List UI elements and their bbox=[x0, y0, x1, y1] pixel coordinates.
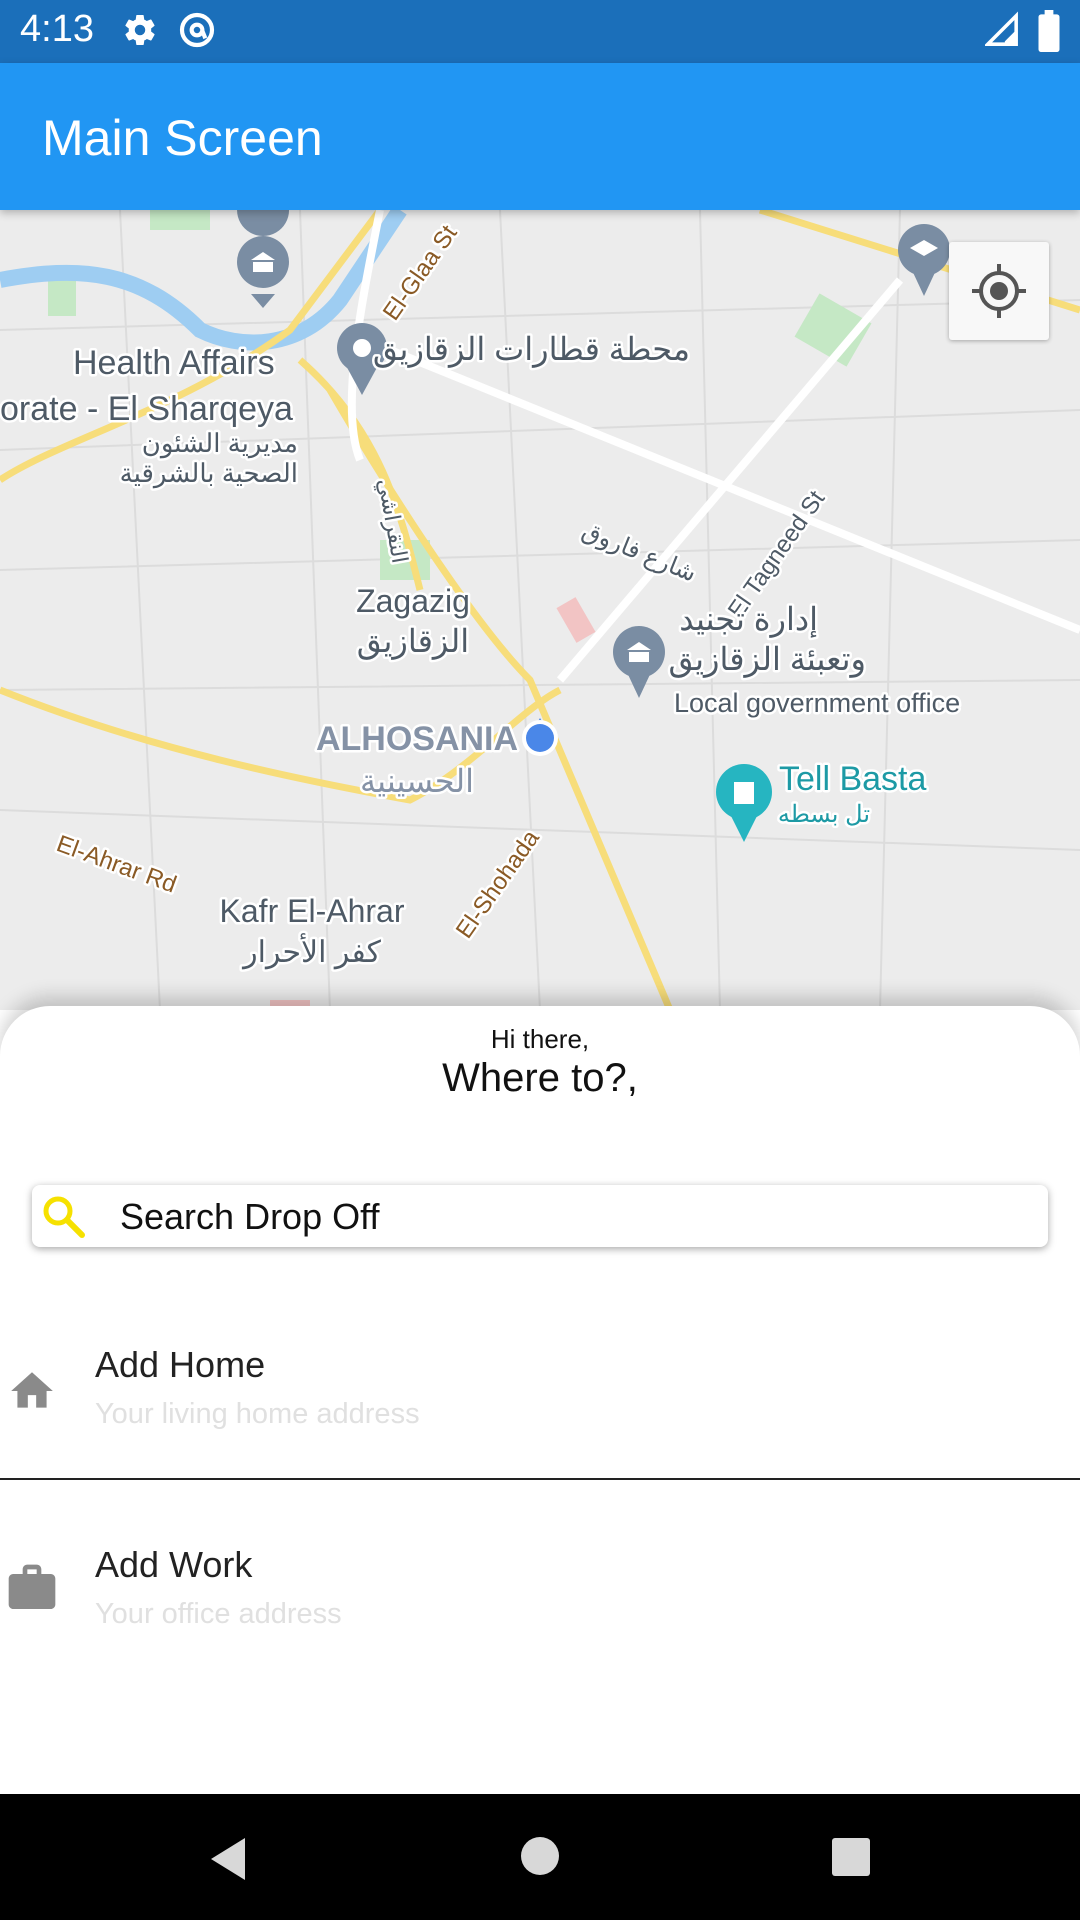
greeting-text: Hi there, bbox=[490, 1024, 590, 1054]
map-label: Zagazig bbox=[356, 583, 470, 619]
my-location-button[interactable] bbox=[949, 242, 1049, 340]
map-canvas: Health Affairs orate - El Sharqeya مديري… bbox=[0, 210, 1080, 1010]
signal-icon bbox=[983, 10, 1019, 55]
map-label: وتعبئة الزقازيق bbox=[668, 641, 866, 678]
briefcase-icon bbox=[8, 1564, 56, 1609]
status-time: 4:13 bbox=[20, 8, 94, 50]
recents-button[interactable] bbox=[831, 1837, 871, 1877]
map-label: orate - El Sharqeya bbox=[0, 390, 293, 428]
map-label: كفر الأحرار bbox=[241, 934, 381, 970]
map-label: تل بسطه bbox=[778, 801, 870, 828]
gear-icon bbox=[122, 10, 158, 55]
tell-basta-pin-icon[interactable] bbox=[716, 764, 772, 842]
add-work-subtitle: Your office address bbox=[95, 1598, 342, 1630]
back-button[interactable] bbox=[205, 1834, 251, 1884]
navigation-bar bbox=[0, 1794, 1080, 1920]
current-location-marker bbox=[522, 718, 558, 756]
bottom-sheet: Hi there, Where to?, Search Drop Off Add… bbox=[0, 1006, 1080, 1794]
museum-pin-icon[interactable] bbox=[237, 210, 289, 308]
page-title: Main Screen bbox=[42, 110, 323, 166]
map-label: مديرية الشئون bbox=[142, 428, 298, 459]
map-label: Local government office bbox=[674, 688, 960, 718]
map-label: الصحية بالشرقية bbox=[120, 458, 298, 489]
app-bar: Main Screen bbox=[0, 63, 1080, 210]
map-label: ALHOSANIA bbox=[316, 720, 518, 758]
map-label: الحسينية bbox=[360, 763, 474, 799]
search-icon bbox=[43, 1196, 85, 1238]
home-button[interactable] bbox=[519, 1835, 561, 1877]
map-label: محطة قطارات الزقازيق bbox=[373, 331, 690, 368]
street-label: El-Shohada bbox=[451, 825, 545, 944]
search-label: Search Drop Off bbox=[120, 1196, 380, 1237]
street-label: شارع فاروق bbox=[578, 517, 700, 587]
park-area bbox=[48, 276, 76, 316]
building-area bbox=[556, 597, 596, 643]
street-label: النقراشي bbox=[372, 477, 412, 566]
street-label: El-Ahrar Rd bbox=[53, 830, 180, 898]
road bbox=[388, 346, 1080, 634]
map-label: الزقازيق bbox=[357, 623, 469, 660]
map-label: Tell Basta bbox=[779, 760, 926, 798]
park-area bbox=[150, 210, 210, 230]
at-sign-icon bbox=[177, 10, 217, 55]
where-to-heading: Where to?, bbox=[442, 1056, 638, 1100]
map-label: Health Affairs bbox=[73, 344, 275, 382]
add-home-subtitle: Your living home address bbox=[95, 1398, 420, 1430]
map-view[interactable]: Health Affairs orate - El Sharqeya مديري… bbox=[0, 210, 1080, 1010]
battery-icon bbox=[1038, 10, 1060, 57]
crosshair-icon bbox=[972, 264, 1026, 318]
map-label: Kafr El-Ahrar bbox=[220, 893, 405, 929]
museum-pin-icon[interactable] bbox=[613, 626, 665, 698]
status-bar: 4:13 bbox=[0, 0, 1080, 63]
school-pin-icon[interactable] bbox=[898, 224, 950, 296]
search-drop-off-field[interactable]: Search Drop Off bbox=[32, 1185, 1048, 1247]
add-home-title: Add Home bbox=[95, 1344, 266, 1385]
home-icon bbox=[11, 1372, 53, 1408]
map-label: إدارة تجنيد bbox=[679, 601, 818, 639]
add-work-title: Add Work bbox=[95, 1544, 253, 1585]
divider bbox=[0, 1478, 1080, 1480]
